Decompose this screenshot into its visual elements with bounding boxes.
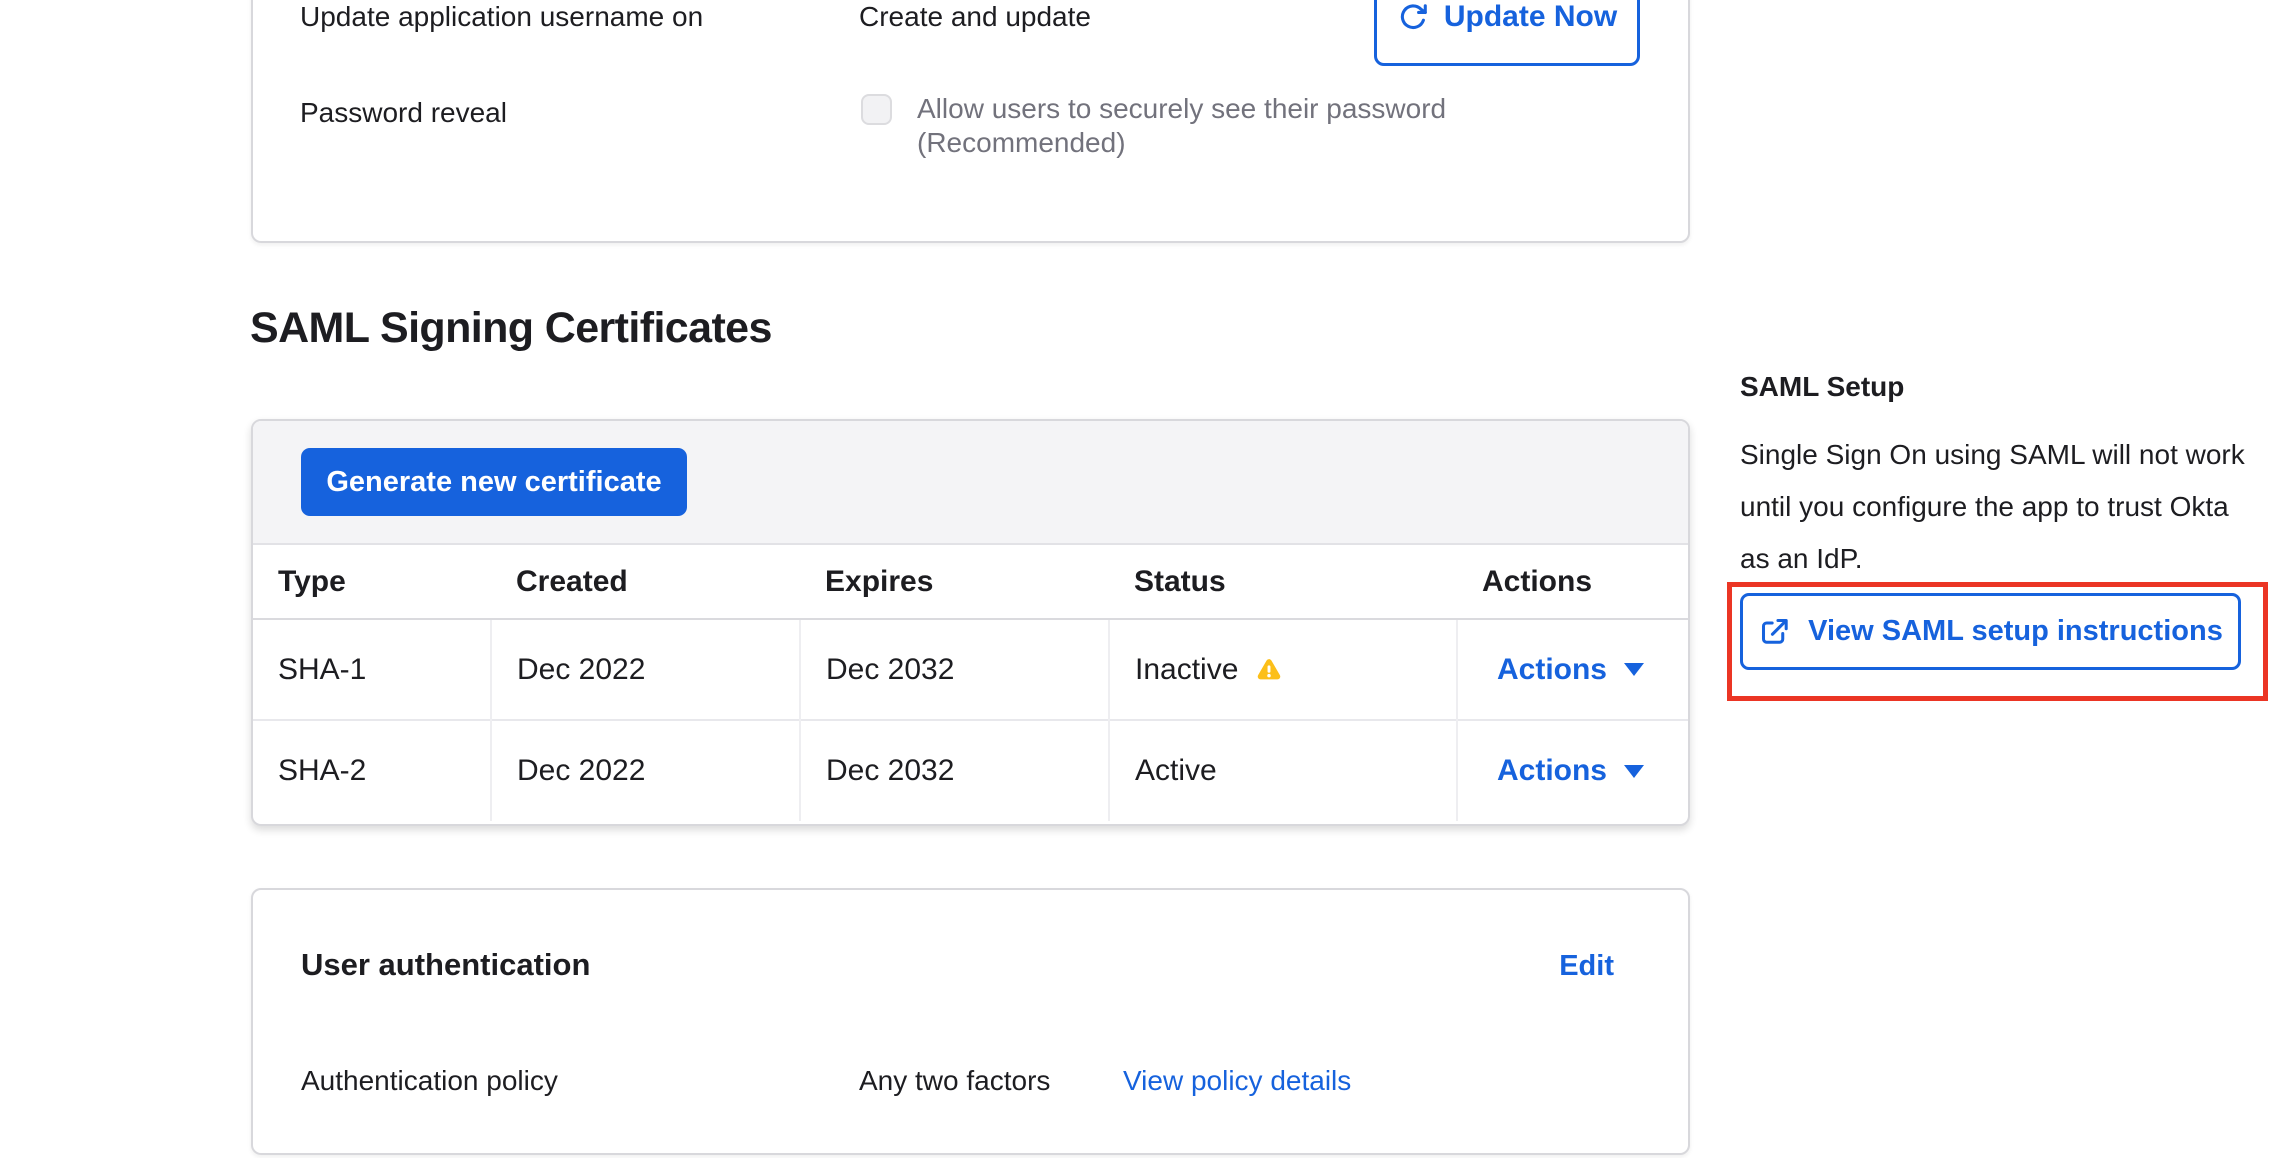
password-reveal-label: Password reveal — [300, 96, 507, 130]
cert-created: Dec 2022 — [491, 619, 800, 720]
username-update-label: Update application username on — [300, 0, 703, 34]
user-authentication-card: User authentication Edit Authentication … — [251, 888, 1690, 1155]
column-header-expires: Expires — [800, 545, 1109, 619]
password-reveal-checkbox[interactable] — [861, 94, 892, 125]
chevron-down-icon — [1624, 663, 1644, 676]
chevron-down-icon — [1624, 765, 1644, 778]
cert-expires: Dec 2032 — [800, 619, 1109, 720]
authentication-policy-label: Authentication policy — [301, 1064, 558, 1098]
saml-setup-description: Single Sign On using SAML will not work … — [1740, 429, 2245, 585]
password-reveal-checkbox-label: Allow users to securely see their passwo… — [917, 92, 1577, 160]
cert-actions-cell: Actions — [1457, 720, 1690, 821]
table-row: SHA-2 Dec 2022 Dec 2032 Active Actions — [253, 720, 1690, 821]
external-link-icon — [1758, 615, 1791, 648]
cert-type: SHA-1 — [253, 619, 491, 720]
column-header-status: Status — [1109, 545, 1457, 619]
warning-icon — [1255, 656, 1283, 684]
authentication-policy-value: Any two factors — [859, 1064, 1050, 1098]
sign-on-settings-card: Update application username on Create an… — [251, 0, 1690, 243]
table-header-row: Type Created Expires Status Actions — [253, 545, 1690, 619]
cert-actions-cell: Actions — [1457, 619, 1690, 720]
column-header-actions: Actions — [1457, 545, 1690, 619]
status-text: Inactive — [1135, 653, 1238, 687]
update-now-label: Update Now — [1444, 0, 1617, 34]
saml-certificates-card: Generate new certificate Type Created Ex… — [251, 419, 1690, 826]
saml-setup-heading: SAML Setup — [1740, 370, 1904, 404]
refresh-icon — [1397, 1, 1429, 33]
actions-dropdown[interactable]: Actions — [1497, 653, 1644, 687]
page-title: SAML Signing Certificates — [250, 303, 772, 353]
generate-certificate-button[interactable]: Generate new certificate — [301, 448, 687, 516]
certificates-toolbar: Generate new certificate — [253, 421, 1688, 545]
certificates-table: Type Created Expires Status Actions SHA-… — [253, 545, 1690, 821]
column-header-type: Type — [253, 545, 491, 619]
cert-status-cell: Active — [1109, 720, 1457, 821]
actions-label: Actions — [1497, 754, 1607, 788]
view-saml-setup-instructions-button[interactable]: View SAML setup instructions — [1740, 593, 2241, 670]
username-update-value: Create and update — [859, 0, 1091, 34]
view-policy-details-link[interactable]: View policy details — [1123, 1064, 1351, 1098]
view-saml-setup-instructions-label: View SAML setup instructions — [1808, 615, 2223, 648]
edit-link[interactable]: Edit — [1559, 950, 1614, 983]
actions-label: Actions — [1497, 653, 1607, 687]
cert-expires: Dec 2032 — [800, 720, 1109, 821]
user-authentication-heading: User authentication — [301, 946, 590, 984]
update-now-button[interactable]: Update Now — [1374, 0, 1640, 66]
column-header-created: Created — [491, 545, 800, 619]
status-text: Active — [1135, 754, 1217, 788]
cert-type: SHA-2 — [253, 720, 491, 821]
table-row: SHA-1 Dec 2022 Dec 2032 Inactive — [253, 619, 1690, 720]
cert-created: Dec 2022 — [491, 720, 800, 821]
actions-dropdown[interactable]: Actions — [1497, 754, 1644, 788]
cert-status-cell: Inactive — [1109, 619, 1457, 720]
